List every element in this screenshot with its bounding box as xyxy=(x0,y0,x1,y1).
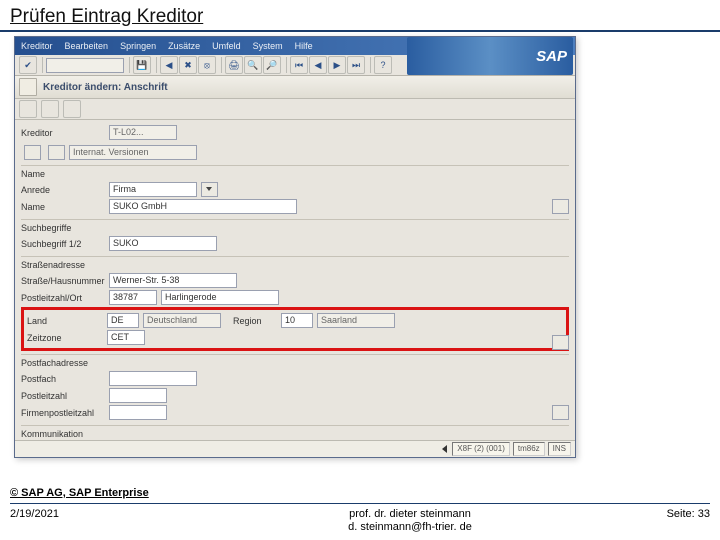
postfachplz-input[interactable] xyxy=(109,388,167,403)
expand-street-icon[interactable] xyxy=(552,335,569,350)
status-system: X8F (2) (001) xyxy=(452,442,510,456)
status-client: tm86z xyxy=(513,442,545,456)
status-mode: INS xyxy=(548,442,571,456)
plz-label: Postleitzahl/Ort xyxy=(21,293,105,303)
region-input[interactable]: 10 xyxy=(281,313,313,328)
ok-icon[interactable]: ✔ xyxy=(19,56,37,74)
copyright: © SAP AG, SAP Enterprise xyxy=(10,487,710,499)
strasse-label: Straße/Hausnummer xyxy=(21,276,105,286)
help-icon[interactable]: ? xyxy=(374,56,392,74)
menu-item[interactable]: Hilfe xyxy=(295,41,313,51)
transaction-title: Kreditor ändern: Anschrift xyxy=(43,82,168,93)
prev-icon[interactable]: ◀ xyxy=(309,56,327,74)
next-icon[interactable]: ▶ xyxy=(328,56,346,74)
name-input[interactable]: SUKO GmbH xyxy=(109,199,297,214)
content-area: Kreditor T-L02... Internat. Versionen Na… xyxy=(15,120,575,441)
find-icon[interactable]: 🔍 xyxy=(244,56,262,74)
land-input[interactable]: DE xyxy=(107,313,139,328)
firmenpostlz-label: Firmenpostleitzahl xyxy=(21,408,105,418)
menu-item[interactable]: Springen xyxy=(120,41,156,51)
sap-logo: SAP xyxy=(407,37,573,75)
menu-bar: Kreditor Bearbeiten Springen Zusätze Umf… xyxy=(15,37,575,55)
toolbtn1-icon[interactable] xyxy=(19,100,37,118)
group-street: Straßenadresse xyxy=(21,259,569,272)
suchbegriff-label: Suchbegriff 1/2 xyxy=(21,239,105,249)
back-icon[interactable]: ◀ xyxy=(160,56,178,74)
sap-window: Kreditor Bearbeiten Springen Zusätze Umf… xyxy=(14,36,576,458)
app-toolbar xyxy=(15,99,575,120)
firmenpostlz-input[interactable] xyxy=(109,405,167,420)
doc-icon xyxy=(19,78,37,96)
kreditor-input[interactable]: T-L02... xyxy=(109,125,177,140)
preview-icon[interactable] xyxy=(24,145,41,160)
group-name: Name xyxy=(21,168,569,181)
anrede-dropdown-icon[interactable] xyxy=(201,182,218,197)
status-triangle-icon xyxy=(442,445,447,453)
region-text: Saarland xyxy=(317,313,395,328)
kreditor-label: Kreditor xyxy=(21,128,105,138)
menu-item[interactable]: Umfeld xyxy=(212,41,241,51)
group-pobox: Postfachadresse xyxy=(21,357,569,370)
footer-date: 2/19/2021 xyxy=(10,508,210,520)
toolbtn3-icon[interactable] xyxy=(63,100,81,118)
postfachplz-label: Postleitzahl xyxy=(21,391,105,401)
menu-item[interactable]: Zusätze xyxy=(168,41,200,51)
footer-email: d. steinmann@fh-trier. de xyxy=(210,521,610,534)
cancel-icon[interactable]: ⦻ xyxy=(198,56,216,74)
print-icon[interactable]: 🖨 xyxy=(225,56,243,74)
land-label: Land xyxy=(27,316,103,326)
postfach-label: Postfach xyxy=(21,374,105,384)
last-icon[interactable]: ⏭ xyxy=(347,56,365,74)
anrede-input[interactable]: Firma xyxy=(109,182,197,197)
transaction-title-bar: Kreditor ändern: Anschrift xyxy=(15,76,575,99)
ort-input[interactable]: Harlingerode xyxy=(161,290,279,305)
save-icon[interactable]: 💾 xyxy=(133,56,151,74)
menu-item[interactable]: Bearbeiten xyxy=(65,41,109,51)
exit-icon[interactable]: ✖ xyxy=(179,56,197,74)
first-icon[interactable]: ⏮ xyxy=(290,56,308,74)
region-label: Region xyxy=(233,316,277,326)
group-search: Suchbegriffe xyxy=(21,222,569,235)
page-title: Prüfen Eintrag Kreditor xyxy=(0,0,720,32)
strasse-input[interactable]: Werner-Str. 5-38 xyxy=(109,273,237,288)
menu-item[interactable]: Kreditor xyxy=(21,41,53,51)
expand-pobox-icon[interactable] xyxy=(552,405,569,420)
footer-author: prof. dr. dieter steinmann xyxy=(210,508,610,521)
slide-footer: © SAP AG, SAP Enterprise 2/19/2021 prof.… xyxy=(10,487,710,534)
plz-input[interactable]: 38787 xyxy=(109,290,157,305)
zeitzone-input[interactable]: CET xyxy=(107,330,145,345)
international-versions[interactable]: Internat. Versionen xyxy=(69,145,197,160)
status-bar: X8F (2) (001) tm86z INS xyxy=(15,440,575,457)
expand-icon[interactable] xyxy=(552,199,569,214)
findnext-icon[interactable]: 🔎 xyxy=(263,56,281,74)
anrede-label: Anrede xyxy=(21,185,105,195)
menu-item[interactable]: System xyxy=(253,41,283,51)
command-field[interactable] xyxy=(46,58,124,73)
footer-page: Seite: 33 xyxy=(610,508,710,520)
preview2-icon[interactable] xyxy=(48,145,65,160)
land-text: Deutschland xyxy=(143,313,221,328)
zeitzone-label: Zeitzone xyxy=(27,333,103,343)
postfach-input[interactable] xyxy=(109,371,197,386)
toolbtn2-icon[interactable] xyxy=(41,100,59,118)
name-label: Name xyxy=(21,202,105,212)
suchbegriff-input[interactable]: SUKO xyxy=(109,236,217,251)
